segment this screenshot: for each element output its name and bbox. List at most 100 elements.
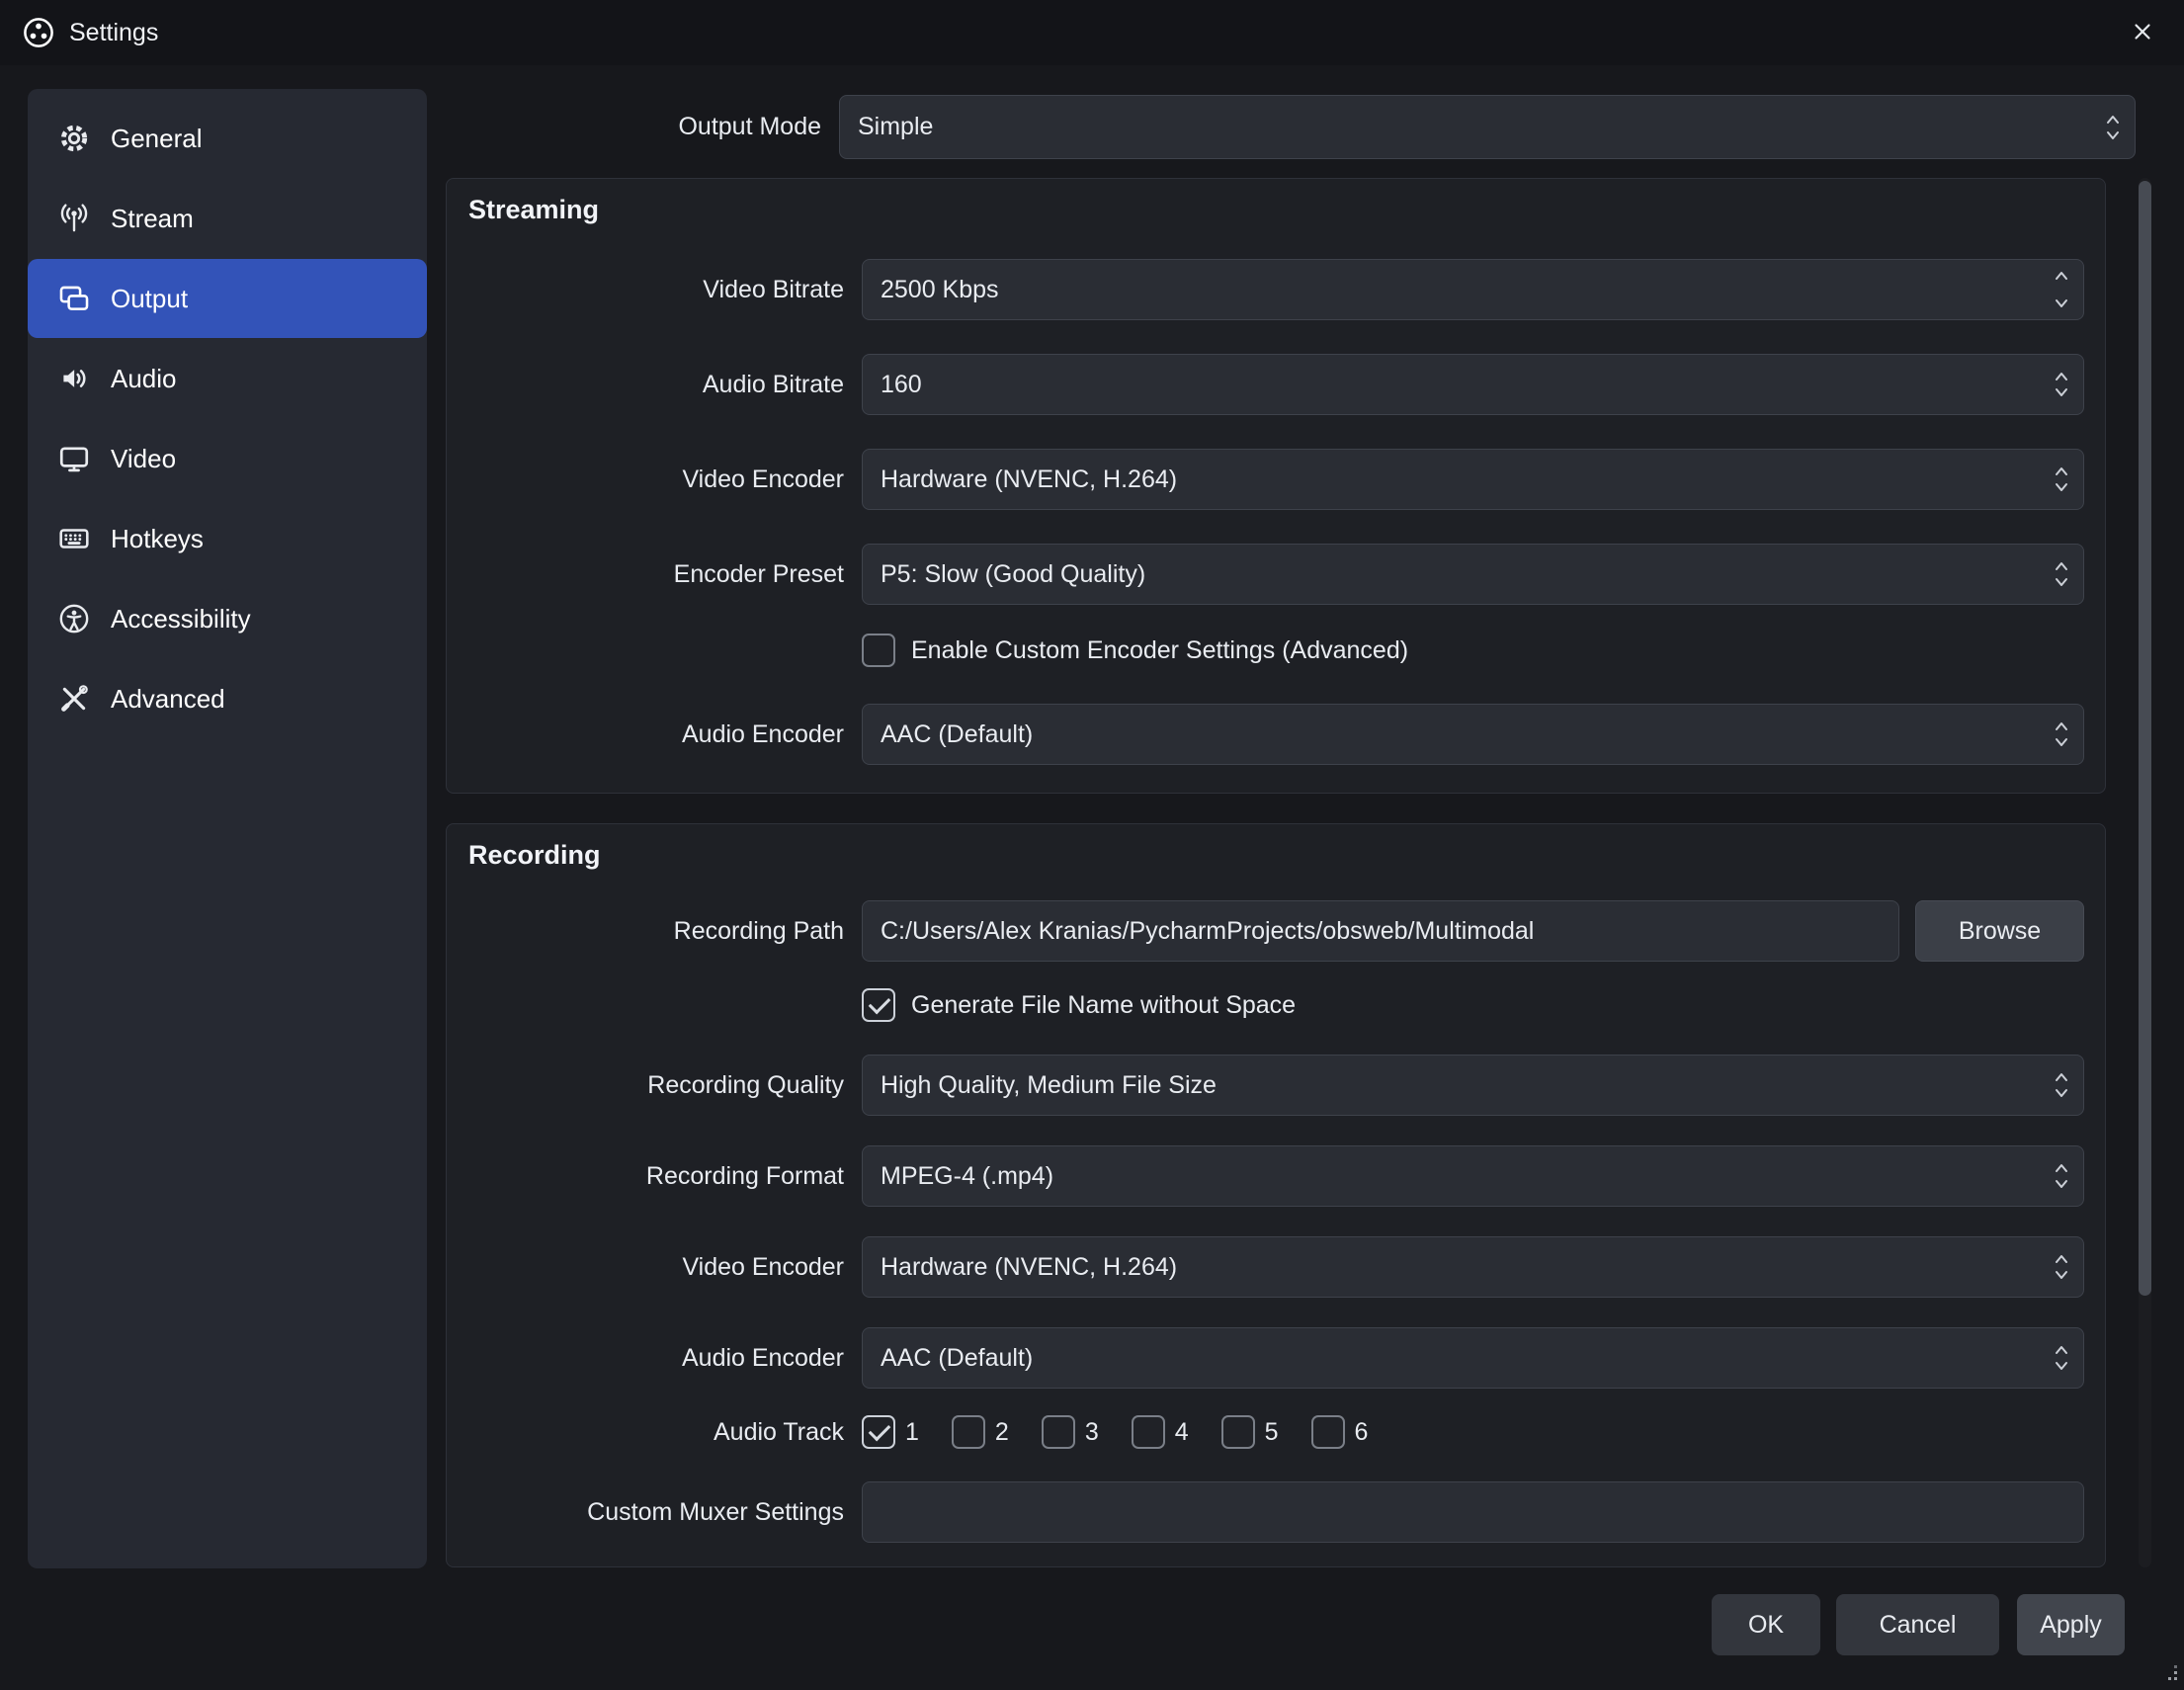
close-icon: [2130, 19, 2155, 47]
custom-muxer-label: Custom Muxer Settings: [468, 1498, 844, 1527]
audio-track-3: 3: [1042, 1415, 1099, 1449]
audio-track-4-checkbox[interactable]: [1132, 1415, 1165, 1449]
audio-track-1: 1: [862, 1415, 919, 1449]
sidebar-item-advanced[interactable]: Advanced: [28, 659, 427, 738]
spinner-arrows-icon[interactable]: [2054, 268, 2069, 311]
audio-encoder-label: Audio Encoder: [468, 720, 844, 749]
audio-track-checkboxes: 1 2 3 4 5 6: [862, 1415, 1400, 1449]
audio-track-4: 4: [1132, 1415, 1189, 1449]
audio-track-4-label: 4: [1175, 1418, 1189, 1447]
stream-audio-encoder-select[interactable]: AAC (Default): [862, 704, 2084, 765]
sidebar-item-label: General: [111, 124, 203, 154]
encoder-preset-label: Encoder Preset: [468, 560, 844, 589]
video-encoder-value: Hardware (NVENC, H.264): [881, 465, 1177, 494]
gear-icon: [57, 122, 91, 155]
sidebar-item-label: Accessibility: [111, 604, 251, 634]
sidebar-item-label: Hotkeys: [111, 524, 204, 554]
recording-group-title: Recording: [468, 840, 2084, 871]
resize-grip-icon[interactable]: [2162, 1665, 2178, 1686]
audio-track-6: 6: [1311, 1415, 1369, 1449]
custom-muxer-input[interactable]: [862, 1481, 2084, 1543]
audio-track-5: 5: [1221, 1415, 1279, 1449]
sidebar-item-label: Output: [111, 284, 188, 314]
dropdown-arrows-icon: [2054, 462, 2069, 497]
dropdown-arrows-icon: [2054, 717, 2069, 752]
dropdown-arrows-icon: [2054, 367, 2069, 402]
audio-bitrate-value: 160: [881, 371, 922, 399]
custom-muxer-row: Custom Muxer Settings: [468, 1481, 2084, 1543]
audio-track-2-checkbox[interactable]: [952, 1415, 985, 1449]
window-title: Settings: [69, 19, 158, 47]
video-bitrate-label: Video Bitrate: [468, 276, 844, 304]
close-button[interactable]: [2121, 11, 2164, 54]
sidebar-item-hotkeys[interactable]: Hotkeys: [28, 499, 427, 578]
recording-group: Recording Recording Path Browse Generate…: [446, 823, 2106, 1567]
custom-encoder-checkbox[interactable]: [862, 634, 895, 667]
recording-quality-select[interactable]: High Quality, Medium File Size: [862, 1055, 2084, 1116]
audio-bitrate-label: Audio Bitrate: [468, 371, 844, 399]
audio-track-2-label: 2: [995, 1418, 1009, 1447]
audio-track-1-checkbox[interactable]: [862, 1415, 895, 1449]
ok-button[interactable]: OK: [1712, 1594, 1820, 1655]
keyboard-icon: [57, 522, 91, 555]
titlebar: Settings: [0, 0, 2184, 65]
sidebar-item-general[interactable]: General: [28, 99, 427, 178]
audio-track-5-checkbox[interactable]: [1221, 1415, 1255, 1449]
audio-bitrate-select[interactable]: 160: [862, 354, 2084, 415]
audio-track-6-checkbox[interactable]: [1311, 1415, 1345, 1449]
dropdown-arrows-icon: [2054, 556, 2069, 592]
rec-audio-encoder-row: Audio Encoder AAC (Default): [468, 1327, 2084, 1389]
browse-button[interactable]: Browse: [1915, 900, 2084, 962]
video-bitrate-value: 2500 Kbps: [881, 276, 999, 304]
sidebar-item-output[interactable]: Output: [28, 259, 427, 338]
generate-filename-row: Generate File Name without Space: [468, 985, 2084, 1025]
recording-format-row: Recording Format MPEG-4 (.mp4): [468, 1145, 2084, 1207]
sidebar-item-video[interactable]: Video: [28, 419, 427, 498]
audio-encoder-value: AAC (Default): [881, 1344, 1033, 1373]
recording-path-input[interactable]: [862, 900, 1899, 962]
dropdown-arrows-icon: [2054, 1249, 2069, 1285]
recording-format-select[interactable]: MPEG-4 (.mp4): [862, 1145, 2084, 1207]
generate-filename-checkbox-label[interactable]: Generate File Name without Space: [911, 991, 1296, 1020]
streaming-group-title: Streaming: [468, 195, 2084, 225]
recording-format-value: MPEG-4 (.mp4): [881, 1162, 1053, 1191]
rec-video-encoder-select[interactable]: Hardware (NVENC, H.264): [862, 1236, 2084, 1298]
encoder-preset-value: P5: Slow (Good Quality): [881, 560, 1145, 589]
encoder-preset-select[interactable]: P5: Slow (Good Quality): [862, 544, 2084, 605]
obs-logo-icon: [22, 16, 55, 49]
antenna-icon: [57, 202, 91, 235]
output-mode-value: Simple: [858, 113, 933, 141]
stream-video-encoder-select[interactable]: Hardware (NVENC, H.264): [862, 449, 2084, 510]
output-mode-select[interactable]: Simple: [839, 95, 2136, 159]
rec-audio-encoder-select[interactable]: AAC (Default): [862, 1327, 2084, 1389]
video-bitrate-spinner[interactable]: 2500 Kbps: [862, 259, 2084, 320]
recording-quality-value: High Quality, Medium File Size: [881, 1071, 1217, 1100]
accessibility-icon: [57, 602, 91, 635]
audio-track-1-label: 1: [905, 1418, 919, 1447]
audio-track-row: Audio Track 1 2 3 4 5 6: [468, 1412, 2084, 1452]
dropdown-arrows-icon: [2054, 1340, 2069, 1376]
scrollbar[interactable]: [2139, 178, 2151, 1567]
custom-encoder-checkbox-label[interactable]: Enable Custom Encoder Settings (Advanced…: [911, 636, 1408, 665]
settings-sidebar: General Stream Output Audio Video Hotkey…: [28, 89, 427, 1568]
sidebar-item-stream[interactable]: Stream: [28, 179, 427, 258]
cancel-button[interactable]: Cancel: [1836, 1594, 1999, 1655]
recording-quality-row: Recording Quality High Quality, Medium F…: [468, 1055, 2084, 1116]
sidebar-item-accessibility[interactable]: Accessibility: [28, 579, 427, 658]
generate-filename-checkbox[interactable]: [862, 988, 895, 1022]
recording-quality-label: Recording Quality: [468, 1071, 844, 1100]
recording-path-row: Recording Path Browse: [468, 900, 2084, 962]
apply-button[interactable]: Apply: [2017, 1594, 2125, 1655]
audio-track-6-label: 6: [1355, 1418, 1369, 1447]
dropdown-arrows-icon: [2105, 110, 2121, 145]
sidebar-item-audio[interactable]: Audio: [28, 339, 427, 418]
audio-track-3-checkbox[interactable]: [1042, 1415, 1075, 1449]
audio-track-label: Audio Track: [468, 1418, 844, 1447]
recording-path-label: Recording Path: [468, 917, 844, 946]
output-layers-icon: [57, 282, 91, 315]
output-mode-row: Output Mode Simple: [446, 95, 2136, 159]
audio-bitrate-row: Audio Bitrate 160: [468, 354, 2084, 415]
video-encoder-value: Hardware (NVENC, H.264): [881, 1253, 1177, 1282]
scrollbar-thumb[interactable]: [2139, 181, 2151, 1296]
tools-icon: [57, 682, 91, 716]
